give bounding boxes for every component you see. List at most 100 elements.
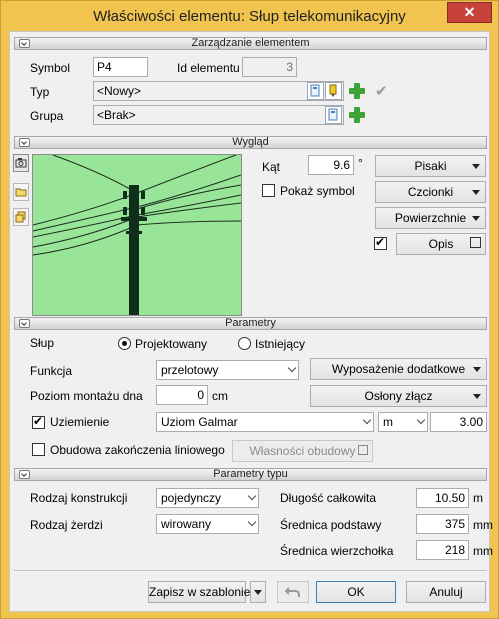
total-length-label: Długość całkowita	[280, 491, 377, 505]
top-diameter-label: Średnica wierzchołka	[280, 544, 394, 558]
surfaces-button-label: Powierzchnie	[394, 211, 467, 225]
grounding-length-input[interactable]: 3.00	[430, 412, 487, 432]
grounding-select-value: Uziom Galmar	[161, 415, 238, 429]
base-diameter-unit: mm	[473, 518, 493, 532]
save-template-menu-button[interactable]	[250, 581, 266, 603]
section-type-parameters-title: Parametry typu	[213, 468, 288, 480]
existing-radio[interactable]	[238, 337, 251, 350]
undo-button[interactable]	[277, 581, 309, 603]
grounding-select[interactable]: Uziom Galmar	[156, 412, 374, 432]
fonts-button-label: Czcionki	[407, 185, 454, 199]
undo-icon	[284, 587, 300, 597]
base-diameter-input[interactable]: 375	[416, 514, 469, 534]
grounding-unit-select[interactable]: m	[378, 412, 428, 432]
grounding-unit-value: m	[383, 415, 393, 429]
pens-button-label: Pisaki	[414, 159, 447, 173]
joint-covers-label: Osłony złącz	[364, 389, 433, 403]
section-appearance-title: Wygląd	[232, 136, 269, 148]
ok-button[interactable]: OK	[316, 581, 396, 603]
group-add-icon[interactable]	[348, 106, 366, 124]
designed-radio[interactable]	[118, 337, 131, 350]
dropdown-arrow-icon	[473, 367, 481, 372]
section-type-parameters-header[interactable]: Parametry typu	[14, 468, 487, 481]
section-appearance-header[interactable]: Wygląd	[14, 136, 487, 149]
close-button[interactable]: ✕	[447, 2, 492, 23]
top-diameter-unit: mm	[473, 544, 493, 558]
pole-label: Słup	[30, 336, 55, 350]
open-dialog-icon	[358, 445, 368, 455]
total-length-input[interactable]: 10.50	[416, 488, 469, 508]
show-symbol-label: Pokaż symbol	[280, 184, 355, 198]
open-dialog-icon	[470, 237, 481, 248]
function-label: Funkcja	[30, 364, 73, 378]
save-template-button[interactable]: Zapisz w szablonie	[148, 581, 250, 603]
surfaces-button[interactable]: Powierzchnie	[375, 207, 486, 229]
type-save-icon[interactable]	[307, 82, 324, 100]
core-select[interactable]: wirowany	[156, 514, 259, 534]
group-label: Grupa	[30, 109, 64, 123]
core-select-value: wirowany	[161, 517, 212, 531]
view-tab-layers-icon[interactable]	[13, 208, 29, 226]
section-management-title: Zarządzanie elementem	[191, 37, 310, 49]
dialog-client: Zarządzanie elementem Symbol P4 Id eleme…	[9, 31, 493, 612]
chevron-down-icon	[247, 517, 257, 527]
total-length-unit: m	[473, 491, 483, 505]
description-checkbox[interactable]	[374, 235, 387, 250]
type-edit-icon[interactable]	[325, 82, 342, 100]
properties-window: Właściwości elementu: Słup telekomunikac…	[0, 0, 499, 619]
construction-select[interactable]: pojedynczy	[156, 488, 259, 508]
mount-level-label: Poziom montażu dna	[30, 389, 143, 403]
mount-level-unit: cm	[212, 389, 228, 403]
chevron-down-icon	[287, 363, 297, 373]
view-tab-camera-icon[interactable]	[13, 154, 29, 172]
dropdown-arrow-icon	[473, 394, 481, 399]
designed-label: Projektowany	[135, 337, 208, 351]
description-button-label: Opis	[428, 237, 454, 251]
view-tab-folder-icon[interactable]	[13, 183, 29, 201]
angle-label: Kąt	[262, 160, 281, 174]
construction-label: Rodzaj konstrukcji	[30, 491, 128, 505]
type-apply-check-icon[interactable]: ✔	[375, 82, 393, 100]
core-label: Rodzaj żerdzi	[30, 518, 103, 532]
grounding-checkbox[interactable]	[32, 414, 45, 429]
section-parameters-header[interactable]: Parametry	[14, 317, 487, 330]
cancel-button[interactable]: Anuluj	[406, 581, 486, 603]
dropdown-arrow-icon	[472, 190, 480, 195]
window-title: Właściwości elementu: Słup telekomunikac…	[93, 8, 406, 25]
pole-preview-drawing	[33, 155, 241, 315]
dropdown-arrow-icon	[254, 590, 262, 595]
group-save-icon[interactable]	[325, 106, 342, 124]
fonts-button[interactable]: Czcionki	[375, 181, 486, 203]
description-button[interactable]: Opis	[396, 233, 486, 255]
mount-level-input[interactable]: 0	[156, 385, 208, 405]
dropdown-arrow-icon	[472, 164, 480, 169]
base-diameter-label: Średnica podstawy	[280, 518, 382, 532]
chevron-down-icon	[247, 491, 257, 501]
angle-input[interactable]: 9.6	[308, 155, 354, 175]
top-diameter-input[interactable]: 218	[416, 540, 469, 560]
joint-covers-button[interactable]: Osłony złącz	[310, 385, 487, 407]
chevron-down-icon	[362, 415, 372, 425]
dropdown-arrow-icon	[472, 216, 480, 221]
construction-select-value: pojedynczy	[161, 491, 222, 505]
casing-checkbox[interactable]	[32, 443, 45, 456]
extra-equipment-label: Wyposażenie dodatkowe	[331, 362, 466, 376]
section-management-header[interactable]: Zarządzanie elementem	[14, 37, 487, 50]
group-field: <Brak>	[93, 105, 344, 125]
symbol-label: Symbol	[30, 61, 71, 75]
footer-divider	[14, 570, 487, 571]
function-select[interactable]: przelotowy	[156, 360, 299, 380]
grounding-label: Uziemienie	[50, 415, 110, 429]
pole-shaft	[129, 185, 139, 315]
existing-label: Istniejący	[255, 337, 306, 351]
pole-preview	[32, 154, 242, 316]
extra-equipment-button[interactable]: Wyposażenie dodatkowe	[310, 358, 487, 380]
title-bar[interactable]: Właściwości elementu: Słup telekomunikac…	[1, 1, 498, 31]
pens-button[interactable]: Pisaki	[375, 155, 486, 177]
chevron-down-icon	[416, 415, 426, 425]
type-add-icon[interactable]	[348, 82, 366, 100]
symbol-input[interactable]: P4	[93, 57, 148, 77]
element-id-label: Id elementu	[177, 61, 240, 75]
show-symbol-checkbox[interactable]	[262, 184, 275, 197]
casing-properties-button[interactable]: Własności obudowy	[232, 440, 373, 462]
